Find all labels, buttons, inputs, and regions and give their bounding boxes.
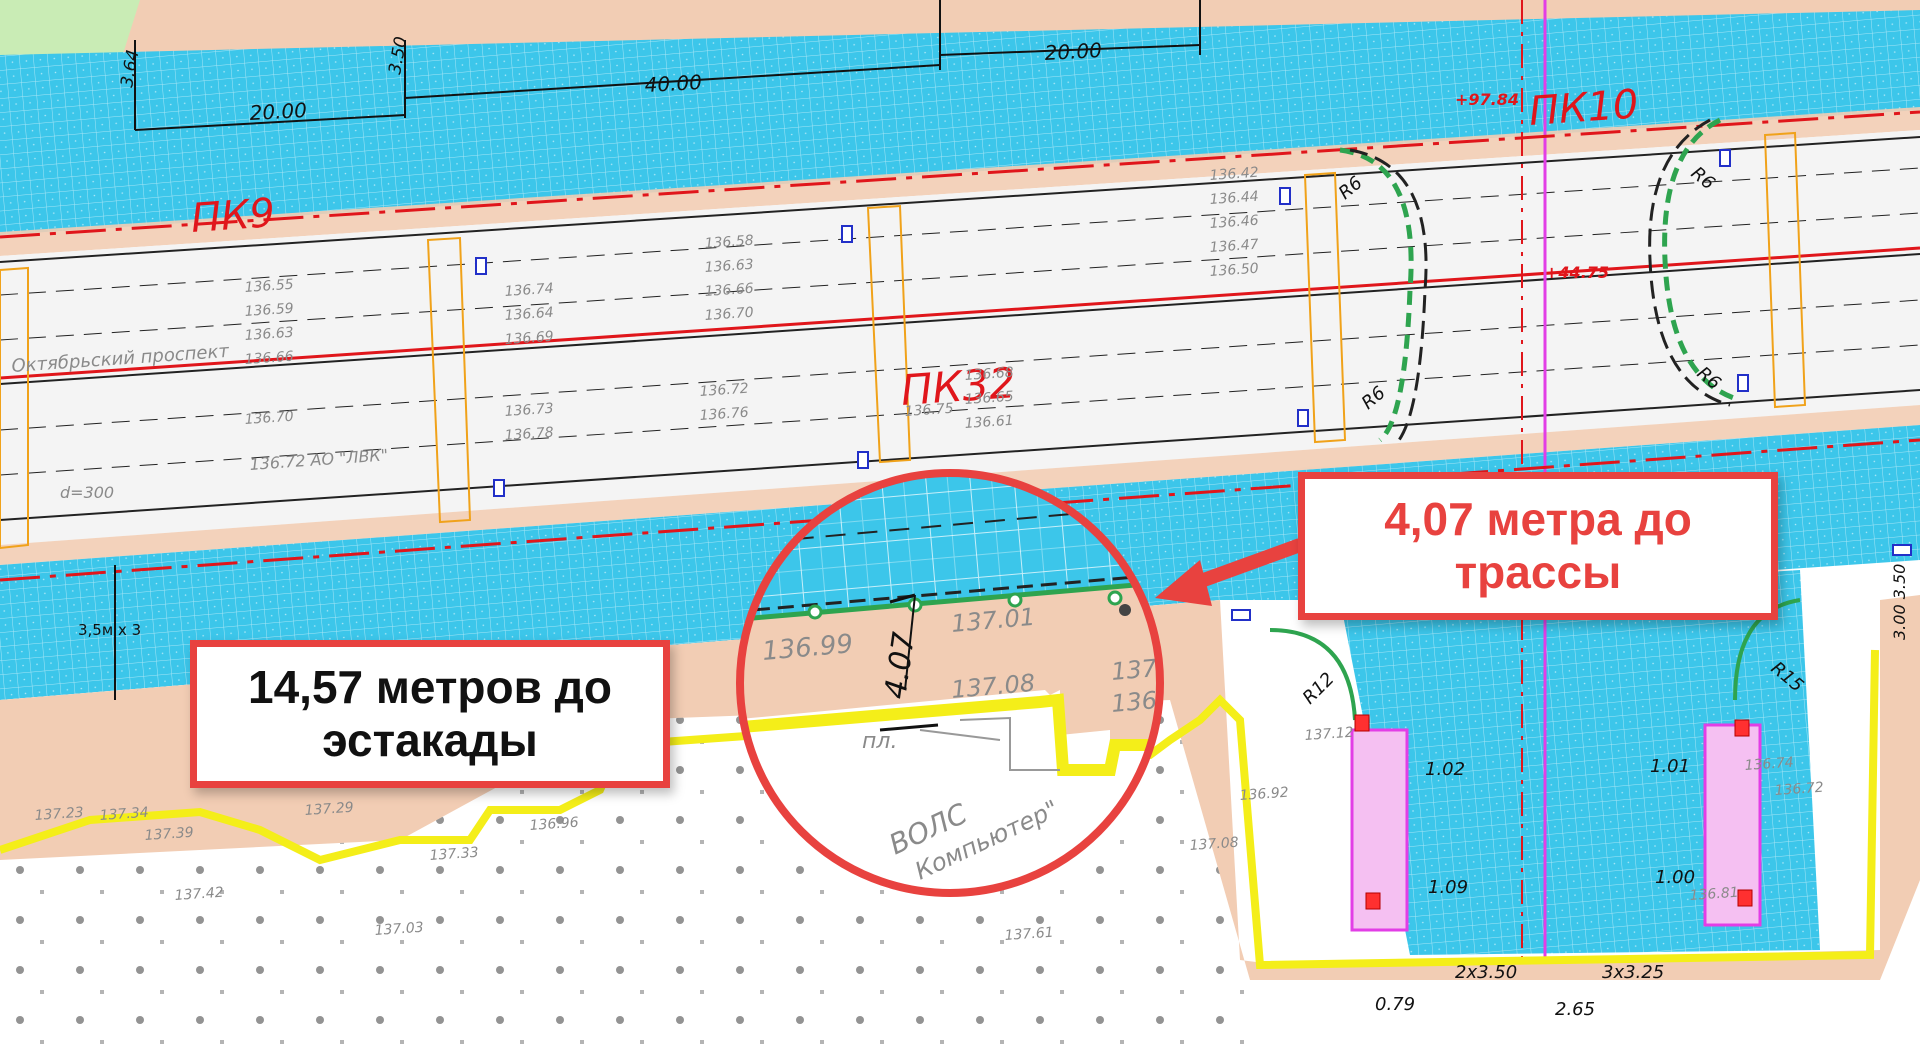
pk9-label: ПК9 <box>189 190 276 242</box>
dim-079: 0.79 <box>1375 994 1415 1015</box>
dim-101: 1.01 <box>1650 756 1690 777</box>
elevation-mark: 136.96 <box>529 815 579 834</box>
elevation-mark: 136.59 <box>244 301 294 320</box>
dim-265: 2.65 <box>1555 999 1595 1020</box>
elevation-mark: 136.63 <box>704 257 754 276</box>
callout-right: 4,07 метра до трассы <box>1298 472 1778 620</box>
elevation-mark: 136.61 <box>964 413 1014 432</box>
callout-right-line1: 4,07 метра до <box>1384 493 1692 546</box>
elevation-mark: 136.65 <box>964 389 1014 408</box>
callout-left: 14,57 метров до эстакады <box>190 640 670 788</box>
elevation-mark: 136.78 <box>504 425 554 444</box>
elevation-mark: 136.46 <box>1209 213 1259 232</box>
dim-lanes: 3,5м х 3 <box>78 621 141 639</box>
dim-3x325: 3x3.25 <box>1602 962 1664 983</box>
callout-left-line1: 14,57 метров до <box>248 661 612 714</box>
dim-40: 40.00 <box>644 70 702 97</box>
elevation-mark: 136.42 <box>1209 165 1259 184</box>
dim-350-right: 3.00 3.50 <box>1890 564 1909 640</box>
dim-109: 1.09 <box>1428 877 1468 898</box>
elevation-mark: 136.68 <box>964 365 1014 384</box>
elevation-mark: 136.69 <box>504 329 554 348</box>
elevation-mark: 136.81 <box>1689 885 1739 904</box>
elevation-mark: 137.08 <box>1189 835 1239 854</box>
elevation-mark: 137.42 <box>174 885 224 904</box>
dim-102: 1.02 <box>1425 759 1465 780</box>
elevation-mark: 137.61 <box>1004 925 1054 944</box>
elevation-mark: 136.75 <box>904 401 954 420</box>
elevation-mark: 136.50 <box>1209 261 1259 280</box>
callout-right-line2: трассы <box>1454 546 1622 598</box>
elevation-mark: 136.70 <box>244 409 294 428</box>
elevation-mark: 137.12 <box>1304 725 1354 744</box>
dim-2x350: 2x3.50 <box>1455 962 1517 983</box>
elevation-mark: 137.33 <box>429 845 479 864</box>
pk10-label: ПК10 <box>1527 81 1639 135</box>
elevation-mark: 137.03 <box>374 920 424 939</box>
elevation-mark: 136.70 <box>704 305 754 324</box>
inset-pl: пл. <box>862 729 897 754</box>
elevation-mark: 136.44 <box>1209 189 1259 208</box>
elevation-mark: 136.72 <box>699 381 749 400</box>
dim-20-right: 20.00 <box>1044 38 1102 65</box>
elevation-mark: 136.66 <box>244 349 294 368</box>
d300-label: d=300 <box>60 483 114 502</box>
elevation-mark: 136.58 <box>704 233 754 252</box>
elevation-mark: 136.76 <box>699 405 749 424</box>
dim-20-left: 20.00 <box>249 98 307 125</box>
elevation-mark: 136.55 <box>244 277 294 296</box>
elevation-mark: 137.39 <box>144 825 194 844</box>
elevation-mark: 136.74 <box>1744 755 1794 774</box>
elevation-mark: 136.66 <box>704 281 754 300</box>
elevation-mark: 136.73 <box>504 401 554 420</box>
elevation-mark: 137.34 <box>99 805 149 824</box>
elevation-mark: 137.23 <box>34 805 84 824</box>
elevation-mark: 136.72 <box>1774 780 1824 799</box>
elevation-mark: 136.47 <box>1209 237 1259 256</box>
elevation-mark: 136.74 <box>504 281 554 300</box>
plus-9784-label: +97.84 <box>1455 90 1519 109</box>
elevation-mark: 136.92 <box>1239 785 1289 804</box>
dim-100: 1.00 <box>1655 867 1695 888</box>
plus-4475-label: +44.75 <box>1545 263 1609 282</box>
elevation-mark: 136.64 <box>504 305 554 324</box>
callout-left-line2: эстакады <box>322 714 538 766</box>
elevation-mark: 137.29 <box>304 800 354 819</box>
elevation-mark: 136.63 <box>244 325 294 344</box>
